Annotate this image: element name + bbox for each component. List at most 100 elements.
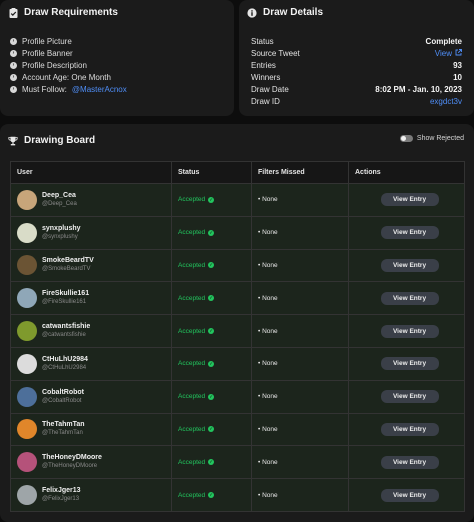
chevron-right-icon: ›: [10, 61, 17, 69]
status-badge: Accepted ✓: [178, 459, 215, 466]
user-text: FelixJger13 @FelixJger13: [42, 487, 81, 503]
avatar[interactable]: [17, 189, 37, 210]
requirement-item: › Account Age: One Month: [10, 71, 127, 83]
view-entry-button[interactable]: View Entry: [380, 291, 439, 305]
user-name[interactable]: Deep_Cea: [42, 192, 77, 200]
user-name[interactable]: synxplushy: [42, 225, 81, 233]
user-text: synxplushy @synxplushy: [42, 225, 81, 241]
actions-cell: View Entry: [348, 412, 465, 447]
user-cell: CobaltRobot @CobaltRobot: [10, 379, 172, 414]
actions-cell: View Entry: [348, 183, 465, 217]
check-circle-icon: ✓: [208, 295, 215, 302]
draw-details-card: Draw Details Status Complete Source Tweet V…: [239, 0, 474, 116]
requirement-label: Must Follow:: [22, 84, 67, 94]
table-row: TheTahmTan @TheTahmTan Accepted ✓ • None View…: [10, 412, 465, 447]
view-entry-button[interactable]: View Entry: [380, 422, 439, 436]
user-text: TheTahmTan @TheTahmTan: [42, 421, 85, 437]
avatar[interactable]: [17, 255, 37, 276]
view-entry-button[interactable]: View Entry: [380, 324, 439, 338]
filters-missed-value: • None: [258, 393, 278, 401]
avatar[interactable]: [17, 222, 37, 243]
filters-cell: • None: [251, 314, 349, 348]
status-label: Accepted: [178, 261, 206, 269]
detail-key: Draw ID: [251, 96, 280, 106]
detail-row: Draw Date 8:02 PM - Jan. 10, 2023: [251, 83, 462, 95]
view-entry-button[interactable]: View Entry: [380, 193, 439, 207]
user-name[interactable]: catwantsfishie: [42, 323, 90, 331]
user-text: TheHoneyDMoore @TheHoneyDMoore: [42, 454, 102, 470]
requirement-item: › Profile Picture: [10, 35, 127, 47]
detail-value[interactable]: exgdct3v: [430, 97, 462, 106]
filters-cell: • None: [251, 248, 349, 283]
filters-cell: • None: [251, 478, 349, 512]
toggle-knob: [400, 136, 406, 141]
filters-missed-value: • None: [258, 458, 278, 466]
detail-value: 8:02 PM - Jan. 10, 2023: [375, 84, 462, 94]
status-badge: Accepted ✓: [178, 360, 215, 367]
view-entry-button[interactable]: View Entry: [380, 488, 439, 502]
user-cell: Deep_Cea @Deep_Cea: [10, 183, 172, 217]
user-cell: FelixJger13 @FelixJger13: [10, 478, 172, 512]
avatar[interactable]: [17, 321, 37, 342]
view-entry-button[interactable]: View Entry: [380, 226, 439, 240]
avatar[interactable]: [17, 419, 37, 440]
user-info: CtHuLhU2984 @CtHuLhU2984: [17, 353, 171, 374]
user-handle: @synxplushy: [42, 233, 78, 240]
user-handle: @TheTahmTan: [42, 430, 83, 437]
avatar[interactable]: [17, 288, 37, 309]
requirement-label: Profile Banner: [22, 48, 73, 58]
user-name[interactable]: FireSkullie161: [42, 290, 89, 298]
user-name[interactable]: SmokeBeardTV: [42, 257, 94, 265]
view-entry-button[interactable]: View Entry: [380, 258, 439, 272]
draw-requirements-heading: Draw Requirements: [24, 7, 118, 18]
status-badge: Accepted ✓: [178, 295, 215, 302]
filters-cell: • None: [251, 215, 349, 250]
view-entry-button[interactable]: View Entry: [380, 390, 439, 404]
source-tweet-link[interactable]: View: [435, 49, 462, 58]
view-entry-button[interactable]: View Entry: [380, 455, 439, 469]
column-header-status: Status: [171, 161, 252, 184]
requirement-item: › Must Follow: @MasterAcnox: [10, 83, 127, 95]
user-name[interactable]: TheTahmTan: [42, 421, 85, 429]
drawing-board-card: Drawing Board Show Rejected User Status …: [0, 124, 474, 522]
status-badge: Accepted ✓: [178, 229, 215, 236]
user-handle: @FelixJger13: [42, 496, 80, 503]
avatar[interactable]: [17, 452, 37, 473]
filters-missed-value: • None: [258, 294, 278, 302]
user-name[interactable]: CtHuLhU2984: [42, 356, 88, 364]
user-name[interactable]: FelixJger13: [42, 487, 81, 495]
filters-cell: • None: [251, 412, 349, 447]
detail-row: Draw ID exgdct3v: [251, 95, 462, 107]
avatar[interactable]: [17, 386, 37, 407]
table-row: CobaltRobot @CobaltRobot Accepted ✓ • None Vi…: [10, 379, 465, 414]
user-name[interactable]: TheHoneyDMoore: [42, 454, 102, 462]
detail-value: 10: [453, 72, 462, 82]
drawing-board-table: User Status Filters Missed Actions Deep_…: [10, 161, 465, 512]
avatar[interactable]: [17, 353, 37, 374]
show-rejected-toggle[interactable]: [399, 135, 413, 142]
actions-cell: View Entry: [348, 281, 465, 316]
avatar[interactable]: [17, 485, 37, 506]
table-row: Deep_Cea @Deep_Cea Accepted ✓ • None View Ent…: [10, 183, 465, 217]
view-entry-button[interactable]: View Entry: [380, 357, 439, 371]
column-header-filters-missed: Filters Missed: [251, 161, 349, 184]
filters-missed-value: • None: [258, 327, 278, 335]
requirement-item: › Profile Description: [10, 59, 127, 71]
mention-link[interactable]: @MasterAcnox: [72, 85, 127, 94]
user-info: synxplushy @synxplushy: [17, 222, 171, 243]
show-rejected-control[interactable]: Show Rejected: [399, 135, 464, 142]
filters-missed-value: • None: [258, 360, 278, 368]
user-name[interactable]: CobaltRobot: [42, 389, 84, 397]
status-cell: Accepted ✓: [171, 183, 252, 217]
user-text: Deep_Cea @Deep_Cea: [42, 192, 77, 208]
detail-key: Winners: [251, 72, 281, 82]
table-row: synxplushy @synxplushy Accepted ✓ • None View…: [10, 215, 465, 250]
status-badge: Accepted ✓: [178, 426, 215, 433]
user-info: TheTahmTan @TheTahmTan: [17, 419, 171, 440]
detail-row: Source Tweet View: [251, 47, 462, 59]
drawing-board-title: Drawing Board: [8, 135, 95, 146]
user-cell: synxplushy @synxplushy: [10, 215, 172, 250]
status-badge: Accepted ✓: [178, 196, 215, 203]
user-handle: @CtHuLhU2984: [42, 364, 87, 371]
detail-key: Entries: [251, 60, 276, 70]
